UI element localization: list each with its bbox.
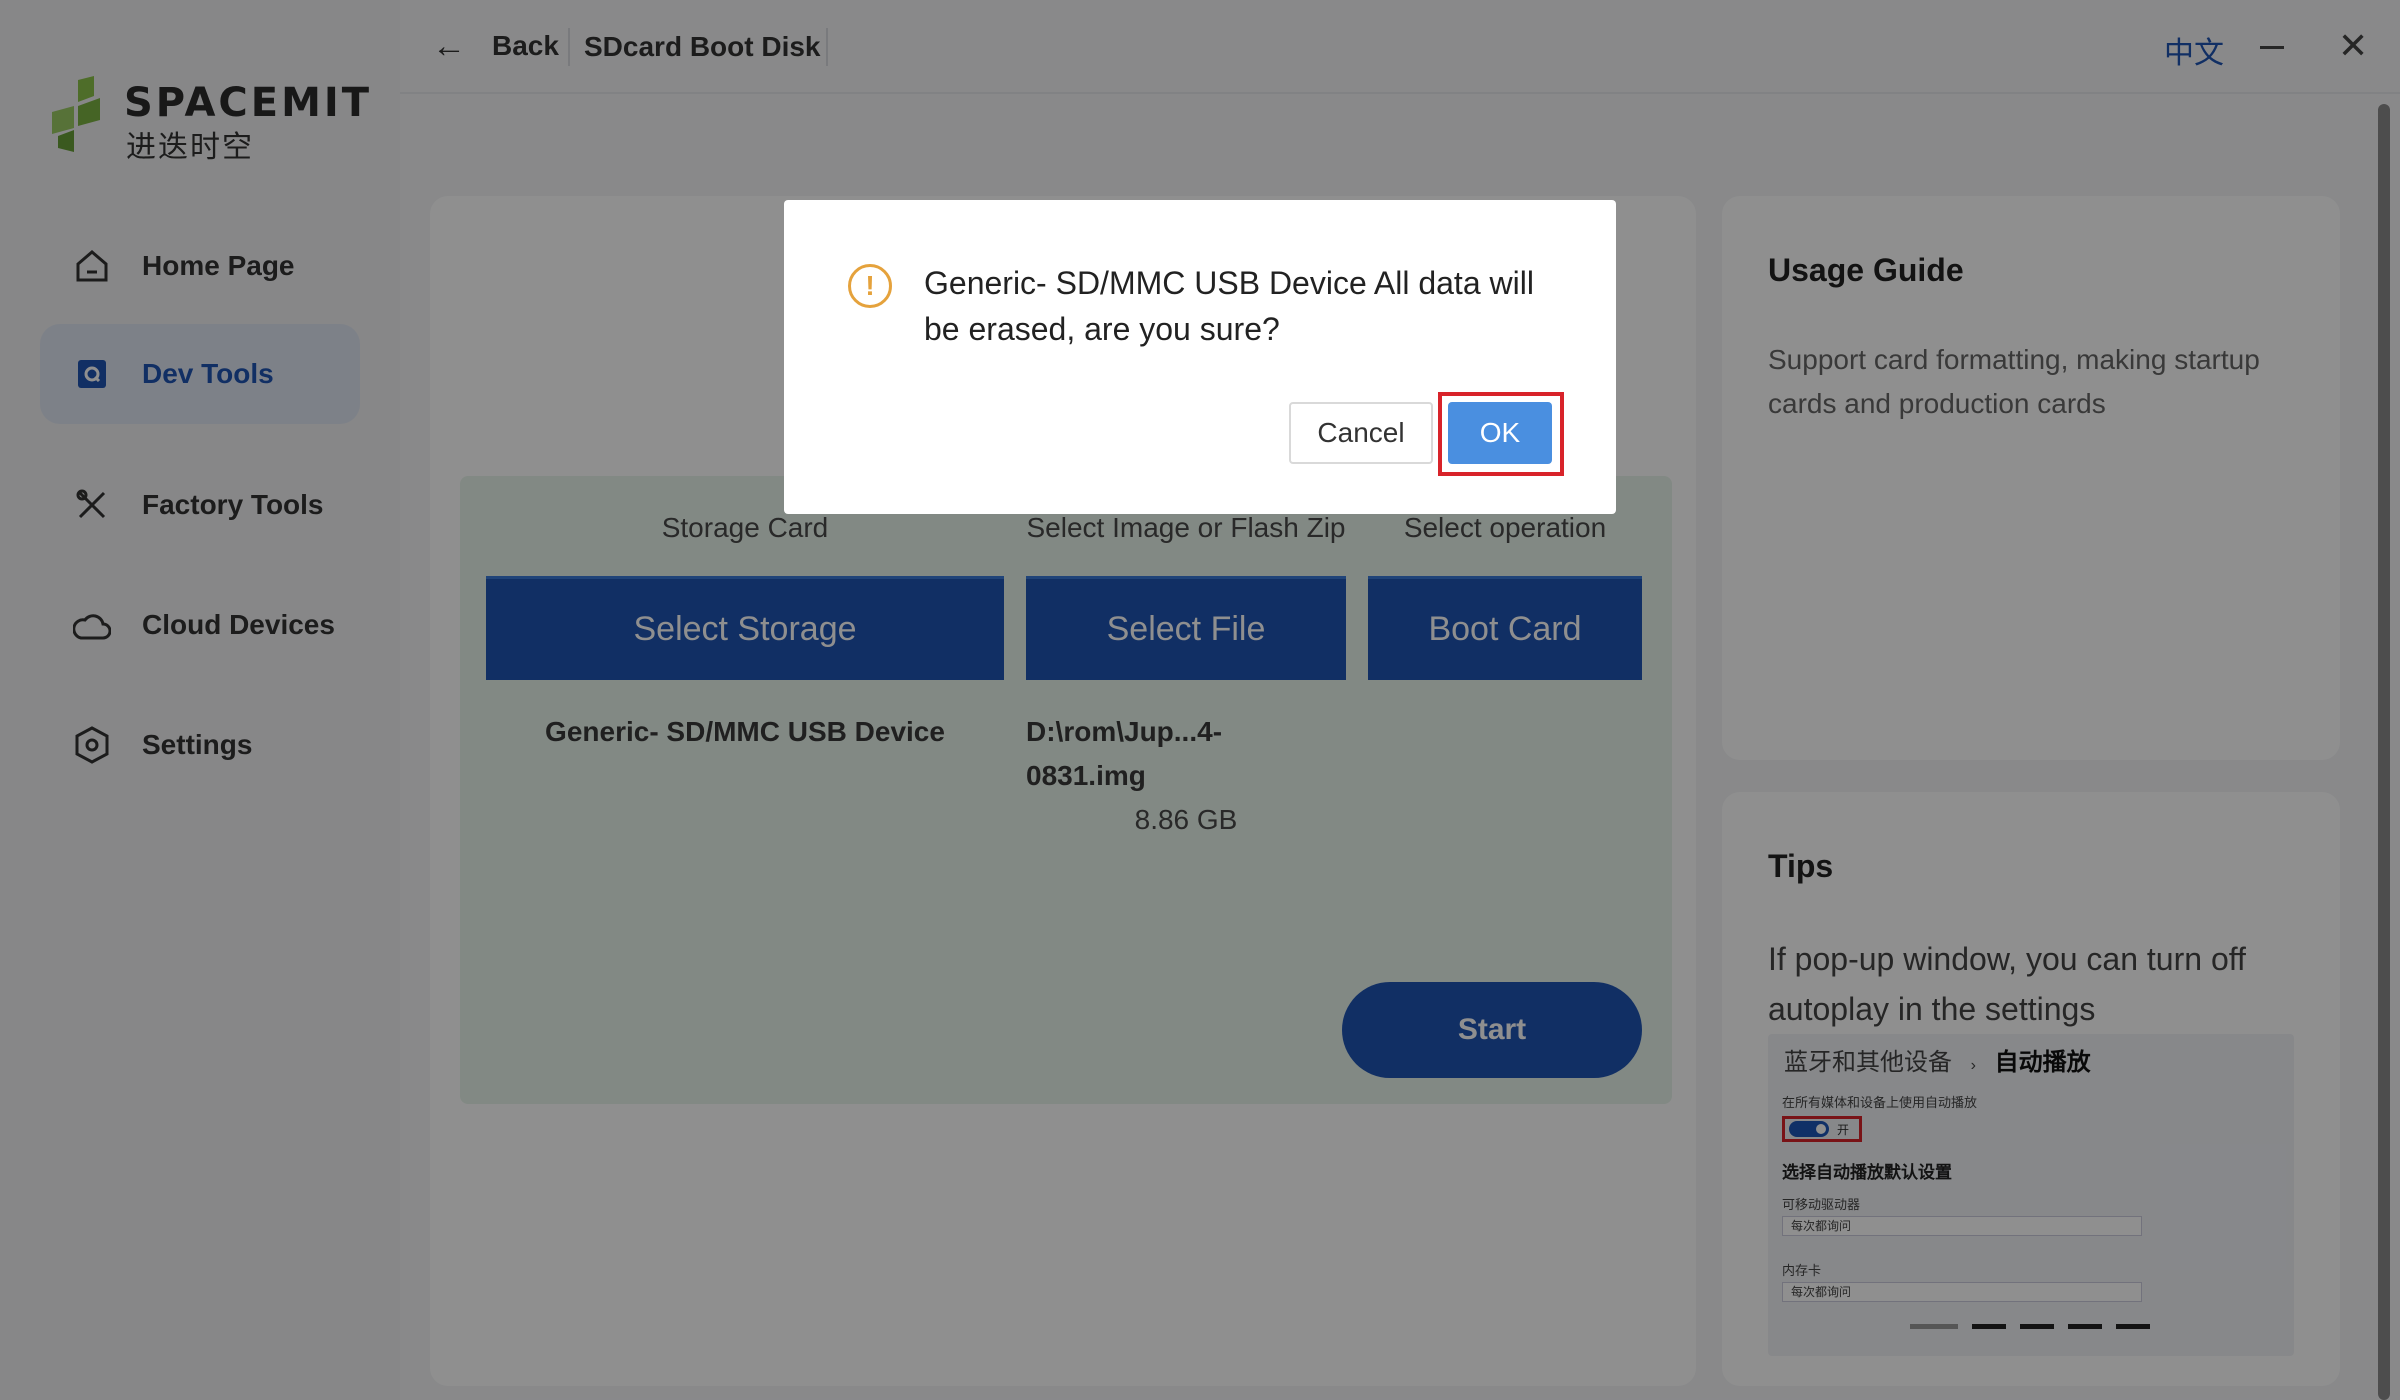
warning-icon: !	[848, 264, 892, 308]
confirm-dialog: ! Generic- SD/MMC USB Device All data wi…	[784, 200, 1616, 514]
cancel-button[interactable]: Cancel	[1289, 402, 1433, 464]
ok-button[interactable]: OK	[1448, 402, 1552, 464]
dialog-message: Generic- SD/MMC USB Device All data will…	[924, 265, 1534, 347]
